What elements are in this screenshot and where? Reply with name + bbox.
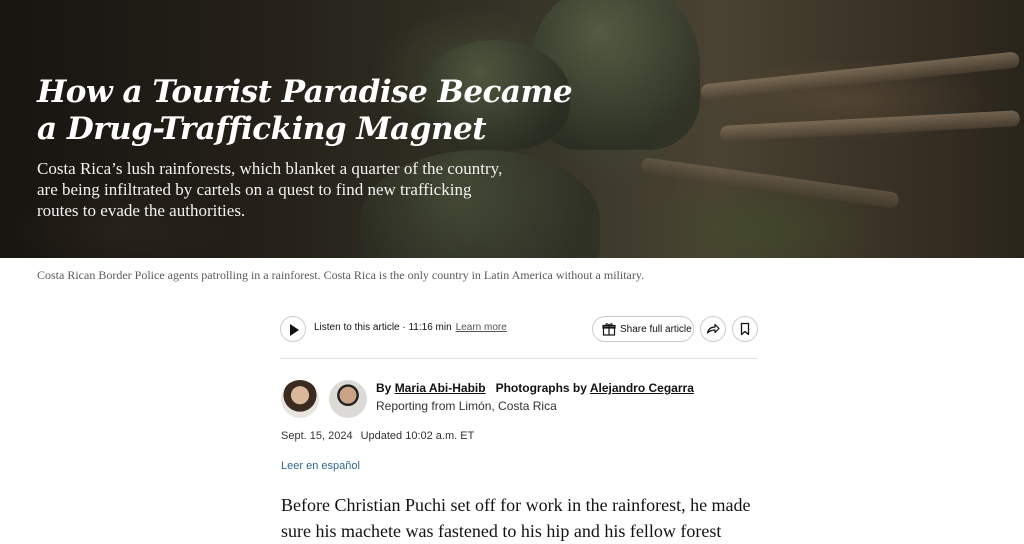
image-caption: Costa Rican Border Police agents patroll… bbox=[37, 268, 645, 282]
article-paragraph: Before Christian Puchi set off for work … bbox=[281, 495, 751, 541]
share-button[interactable] bbox=[700, 316, 726, 342]
listen-label: Listen to this article · 11:16 min bbox=[314, 322, 452, 333]
share-arrow-icon bbox=[706, 323, 720, 334]
reporting-location: Reporting from Limón, Costa Rica bbox=[376, 399, 557, 413]
share-full-article-button[interactable]: Share full article bbox=[592, 316, 694, 342]
divider bbox=[280, 358, 758, 359]
listen-info: Listen to this article · 11:16 min Learn … bbox=[314, 322, 507, 333]
author-link[interactable]: Maria Abi-Habib bbox=[395, 381, 486, 395]
headline: How a Tourist Paradise Became a Drug-Tra… bbox=[37, 74, 573, 147]
share-label: Share full article bbox=[620, 324, 692, 335]
summary: Costa Rica’s lush rainforests, which bla… bbox=[37, 159, 503, 220]
play-audio-button[interactable] bbox=[280, 316, 306, 342]
photos-prefix: Photographs by bbox=[495, 381, 587, 395]
publish-date: Sept. 15, 2024 bbox=[281, 430, 353, 442]
play-icon bbox=[290, 324, 299, 336]
bookmark-icon bbox=[740, 322, 750, 336]
hero-image: How a Tourist Paradise Became a Drug-Tra… bbox=[0, 0, 1024, 258]
byline: By Maria Abi-Habib Photographs by Alejand… bbox=[376, 381, 694, 395]
learn-more-link[interactable]: Learn more bbox=[456, 322, 507, 333]
spanish-version-link[interactable]: Leer en español bbox=[281, 460, 360, 472]
byline-by: By bbox=[376, 381, 392, 395]
dateline: Sept. 15, 2024 Updated 10:02 a.m. ET bbox=[281, 430, 474, 442]
photographer-avatar[interactable] bbox=[329, 380, 367, 418]
save-button[interactable] bbox=[732, 316, 758, 342]
article-toolbar: Listen to this article · 11:16 min Learn … bbox=[280, 312, 758, 346]
updated-time: Updated 10:02 a.m. ET bbox=[360, 430, 475, 442]
photographer-link[interactable]: Alejandro Cegarra bbox=[590, 381, 694, 395]
gift-icon bbox=[602, 323, 616, 336]
author-avatar[interactable] bbox=[281, 380, 319, 418]
